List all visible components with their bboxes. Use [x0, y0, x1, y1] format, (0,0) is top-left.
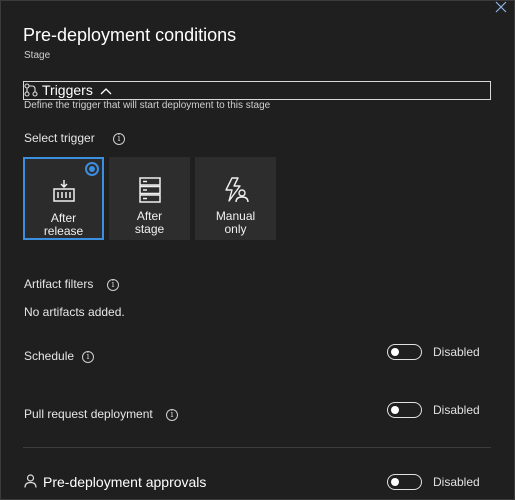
close-icon[interactable] — [495, 1, 507, 13]
select-trigger-info-icon[interactable]: i — [113, 133, 125, 145]
stage-icon — [138, 177, 161, 203]
panel-title: Pre-deployment conditions — [23, 25, 237, 45]
triggers-description: Define the trigger that will start deplo… — [24, 100, 271, 111]
trigger-option-after-release[interactable]: After release — [23, 157, 104, 240]
trigger-option-label-line2: release — [43, 224, 84, 238]
section-divider — [23, 447, 491, 448]
schedule-toggle[interactable] — [387, 344, 422, 360]
manual-icon — [224, 177, 249, 203]
trigger-icon — [24, 83, 38, 97]
release-icon — [52, 180, 75, 202]
triggers-label: Triggers — [42, 82, 93, 98]
select-trigger-label: Select trigger — [24, 131, 95, 145]
schedule-status: Disabled — [433, 345, 480, 359]
trigger-option-manual-only[interactable]: Manual only — [195, 157, 276, 240]
schedule-label: Schedule — [24, 349, 75, 363]
approvals-toggle[interactable] — [387, 474, 422, 490]
trigger-option-label-line2: stage — [134, 222, 165, 236]
approvals-status: Disabled — [433, 475, 480, 489]
selected-radio-icon — [85, 162, 99, 176]
pull-request-toggle[interactable] — [387, 402, 422, 418]
artifact-filters-info-icon[interactable]: i — [107, 279, 119, 291]
approvals-label: Pre-deployment approvals — [43, 474, 207, 490]
pull-request-label: Pull request deployment — [24, 407, 153, 421]
person-icon — [24, 474, 37, 488]
triggers-section-header[interactable] — [23, 81, 491, 100]
trigger-option-after-stage[interactable]: After stage — [109, 157, 190, 240]
pre-deployment-panel: Pre-deployment conditions Stage Triggers… — [0, 0, 515, 500]
schedule-info-icon[interactable]: i — [82, 351, 94, 363]
chevron-up-icon[interactable] — [100, 87, 112, 95]
trigger-option-label-line2: only — [224, 222, 247, 236]
pull-request-status: Disabled — [433, 403, 480, 417]
pull-request-info-icon[interactable]: i — [166, 409, 178, 421]
panel-subtitle: Stage — [24, 50, 51, 61]
artifact-filters-label: Artifact filters — [24, 277, 94, 291]
no-artifacts-text: No artifacts added. — [24, 305, 125, 319]
